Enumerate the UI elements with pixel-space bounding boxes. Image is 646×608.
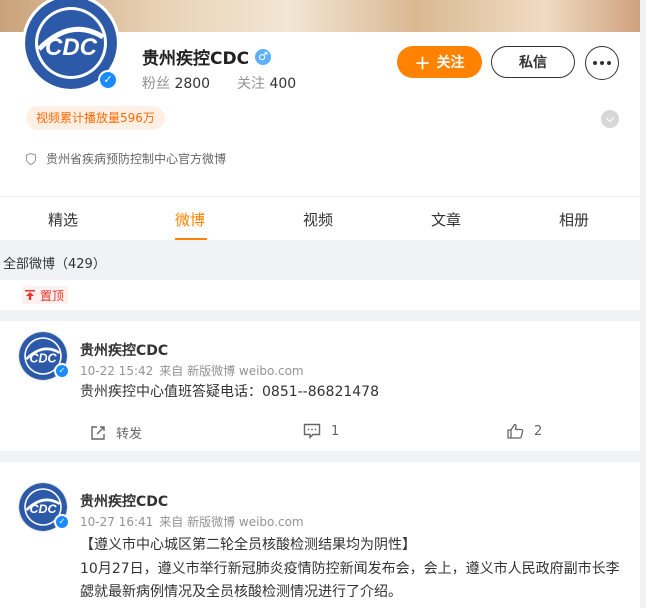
comment-count: 1 xyxy=(331,423,340,439)
post-time[interactable]: 10-22 15:42 xyxy=(80,364,153,378)
shield-icon xyxy=(26,152,36,165)
repost-button[interactable]: 转发 xyxy=(90,423,142,442)
active-tab-indicator xyxy=(175,238,207,240)
profile-description: 贵州省疾病预防控制中心官方微博 xyxy=(26,150,226,167)
message-button[interactable]: 私信 xyxy=(491,46,575,78)
profile-name: 贵州疾控CDC xyxy=(142,49,250,69)
post-author[interactable]: 贵州疾控CDC xyxy=(80,491,168,511)
post-title: 【遵义市中心城区第二轮全员核酸检测结果均为阴性】 xyxy=(80,537,416,553)
tab-weibo[interactable]: 微博 xyxy=(175,209,205,230)
verified-icon: ✓ xyxy=(98,70,118,90)
profile-tabs: 精选 微博 视频 文章 相册 xyxy=(0,197,640,240)
post-author[interactable]: 贵州疾控CDC xyxy=(80,340,168,360)
thumbs-up-icon xyxy=(507,423,524,439)
tab-featured[interactable]: 精选 xyxy=(48,209,78,230)
pinned-badge: 置顶 xyxy=(22,286,69,304)
post-card: CDC ✓ 贵州疾控CDC 10-27 16:41 来自 新版微博 weibo.c… xyxy=(0,462,640,608)
pinned-card: 置顶 xyxy=(0,280,640,310)
post-card: CDC ✓ 贵州疾控CDC 10-22 15:42 来自 新版微博 weibo.c… xyxy=(0,321,640,451)
video-views-badge: 视频累计播放量596万 xyxy=(26,106,165,130)
svg-text:CDC: CDC xyxy=(45,34,98,61)
post-source: 来自 新版微博 weibo.com xyxy=(159,364,304,378)
svg-text:CDC: CDC xyxy=(29,502,57,516)
more-options-button[interactable] xyxy=(585,46,619,80)
repost-icon xyxy=(91,425,105,440)
comment-icon xyxy=(303,423,321,439)
post-text: 勰就最新病例情况及全员核酸检测情况进行了介绍。 xyxy=(80,584,402,600)
tab-album[interactable]: 相册 xyxy=(559,209,589,230)
verified-icon: ✓ xyxy=(54,514,70,530)
like-count: 2 xyxy=(534,423,543,439)
pin-icon xyxy=(25,290,35,300)
post-meta: 10-27 16:41 来自 新版微博 weibo.com xyxy=(80,513,304,530)
profile-stats: 粉丝 2800 关注 400 xyxy=(142,73,296,93)
post-meta: 10-22 15:42 来自 新版微博 weibo.com xyxy=(80,362,304,379)
expand-chevron-icon[interactable] xyxy=(601,110,619,128)
post-time[interactable]: 10-27 16:41 xyxy=(80,515,153,529)
post-source: 来自 新版微博 weibo.com xyxy=(159,515,304,529)
post-text: 贵州疾控中心值班答疑电话：0851--86821478 xyxy=(80,384,379,400)
comment-button[interactable]: 1 xyxy=(303,423,339,439)
plus-icon: ＋ xyxy=(414,56,431,73)
following-count[interactable]: 400 xyxy=(269,76,296,92)
all-weibo-count: 全部微博（429） xyxy=(3,257,106,272)
tab-articles[interactable]: 文章 xyxy=(431,209,461,230)
tab-video[interactable]: 视频 xyxy=(303,209,333,230)
profile-header: CDC ✓ 贵州疾控CDC ♂ 粉丝 2800 关注 400 ＋ 关注 私信 视… xyxy=(0,0,640,240)
verified-icon: ✓ xyxy=(54,363,70,379)
follow-button[interactable]: ＋ 关注 xyxy=(397,46,482,78)
profile-avatar[interactable]: CDC ✓ xyxy=(22,0,120,92)
fans-count[interactable]: 2800 xyxy=(174,76,210,92)
fans-label: 粉丝 xyxy=(142,76,170,92)
more-dots-icon xyxy=(593,61,597,65)
svg-text:CDC: CDC xyxy=(29,351,57,365)
male-icon: ♂ xyxy=(255,48,272,65)
post-text: 10月27日，遵义市举行新冠肺炎疫情防控新闻发布会，会上，遵义市人民政府副市长李 xyxy=(80,561,620,577)
following-label: 关注 xyxy=(237,76,265,92)
like-button[interactable]: 2 xyxy=(507,423,542,439)
